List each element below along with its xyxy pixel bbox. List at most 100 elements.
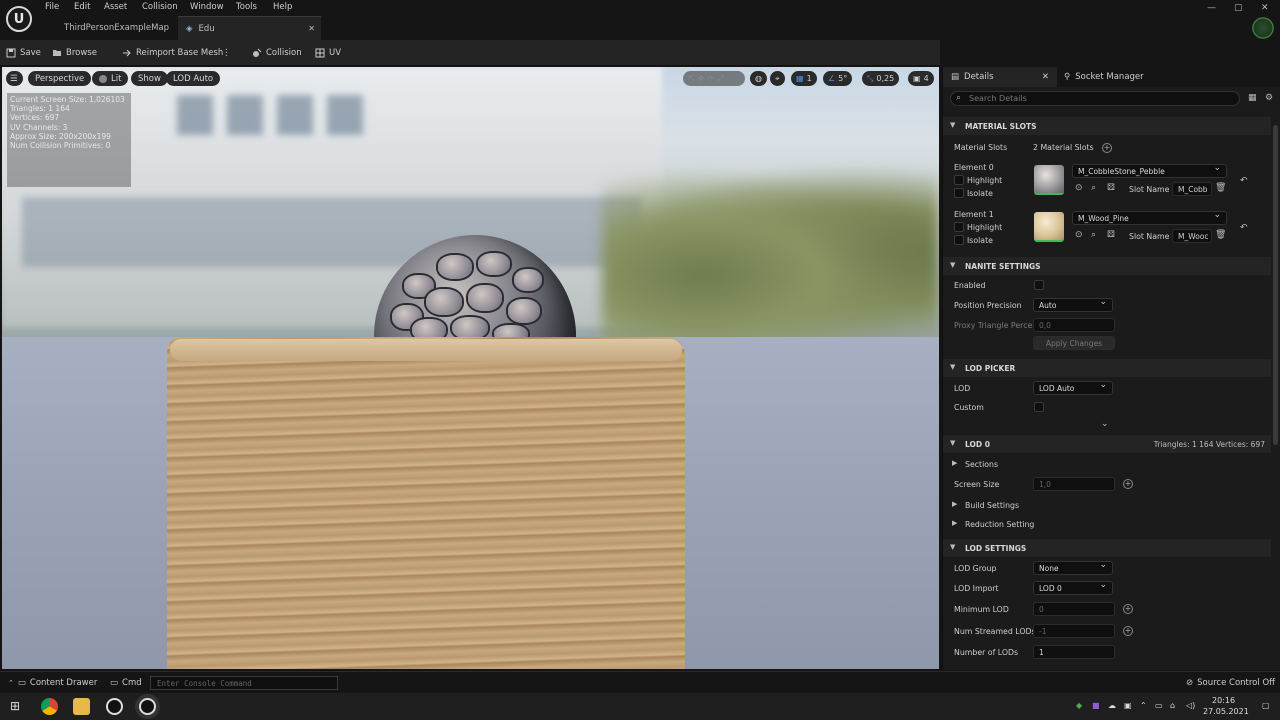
proxy-triangle-input[interactable]: 0,0 (1033, 318, 1115, 332)
browse-button[interactable]: Browse (52, 45, 97, 61)
lit-button[interactable]: Lit (92, 71, 129, 86)
scale-snap-button[interactable]: ⤡ 0,25 (862, 71, 900, 86)
material-options-icon[interactable]: ⚄ (1107, 230, 1115, 240)
more-options-icon[interactable]: ⋮ (222, 45, 231, 61)
details-scrollbar[interactable] (1273, 125, 1278, 445)
num-streamed-lods-input[interactable]: -1 (1033, 624, 1115, 638)
screen-size-input[interactable]: 1,0 (1033, 477, 1115, 491)
unreal-launcher-icon[interactable] (106, 698, 123, 715)
material-select-0[interactable]: M_CobbleStone_Pebble (1072, 163, 1227, 178)
menu-file[interactable]: File (45, 2, 59, 12)
show-button[interactable]: Show (131, 71, 168, 86)
add-platform-icon[interactable]: + (1123, 479, 1133, 489)
nanite-enabled-checkbox[interactable] (1034, 280, 1044, 290)
minimize-button[interactable]: — (1207, 3, 1216, 13)
minimum-lod-input[interactable]: 0 (1033, 602, 1115, 616)
custom-lod-checkbox[interactable] (1034, 402, 1044, 412)
lod-select[interactable]: LOD Auto (1033, 380, 1113, 395)
world-space-button[interactable]: ◍ (750, 71, 767, 86)
material-thumbnail-cobblestone[interactable] (1034, 165, 1064, 195)
browse-to-icon[interactable]: ⊙ (1075, 230, 1083, 240)
content-drawer-button[interactable]: ⌃ ▭ Content Drawer (8, 675, 97, 691)
maximize-button[interactable]: ▢ (1234, 3, 1243, 13)
close-window-button[interactable]: ✕ (1261, 3, 1269, 13)
viewport[interactable]: ☰ Perspective Lit Show LOD Auto Current … (2, 67, 939, 669)
section-lod-picker[interactable]: ▼ LOD PICKER (943, 359, 1271, 377)
battery-icon[interactable]: ▭ (1155, 701, 1163, 710)
tray-expand-icon[interactable]: ⌃ (1140, 701, 1147, 710)
perspective-button[interactable]: Perspective (28, 71, 92, 86)
trash-icon[interactable]: 🗑 (1215, 230, 1226, 240)
unreal-logo[interactable]: U (6, 6, 32, 32)
notifications-icon[interactable]: ▢ (1262, 701, 1270, 710)
surface-snap-button[interactable]: ⌖ (770, 71, 785, 86)
rotation-snap-button[interactable]: ∠ 5° (823, 71, 853, 86)
material-options-icon[interactable]: ⚄ (1107, 183, 1115, 193)
tab-socket-manager[interactable]: ⚲ Socket Manager (1059, 67, 1144, 87)
material-select-1[interactable]: M_Wood_Pine (1072, 210, 1227, 225)
menu-asset[interactable]: Asset (104, 2, 127, 12)
section-lod-0[interactable]: ▼ LOD 0 Triangles: 1 164 Vertices: 697 (943, 435, 1271, 453)
source-status-icon[interactable] (1252, 17, 1274, 39)
save-button[interactable]: Save (6, 45, 41, 61)
camera-speed-button[interactable]: ▣ 4 (908, 71, 934, 86)
reimport-button[interactable]: Reimport Base Mesh (122, 45, 223, 61)
tray-app-icon[interactable]: ◆ (1076, 701, 1082, 710)
volume-icon[interactable]: ◁) (1186, 701, 1195, 710)
expand-chevron-icon[interactable]: ⌄ (1101, 419, 1109, 429)
table-view-icon[interactable]: ▦ (1248, 93, 1257, 103)
menu-tools[interactable]: Tools (236, 2, 257, 12)
add-platform-icon[interactable]: + (1123, 626, 1133, 636)
menu-help[interactable]: Help (273, 2, 292, 12)
menu-edit[interactable]: Edit (74, 2, 90, 12)
chevron-right-icon[interactable]: ▶ (952, 519, 957, 527)
tab-edu[interactable]: ◈ Edu ✕ (178, 16, 321, 40)
highlight-checkbox[interactable] (954, 175, 964, 185)
browse-to-icon[interactable]: ⊙ (1075, 183, 1083, 193)
transform-tools[interactable]: ⇱ ✥ ⟳ ⤢ (683, 71, 745, 86)
isolate-checkbox[interactable] (954, 235, 964, 245)
tray-icon[interactable]: ▣ (1124, 701, 1132, 710)
chevron-right-icon[interactable]: ▶ (952, 500, 957, 508)
cmd-button[interactable]: ▭ Cmd (110, 675, 142, 691)
number-of-lods-input[interactable]: 1 (1033, 645, 1115, 659)
isolate-checkbox[interactable] (954, 188, 964, 198)
tab-thirdpersonexamplemap[interactable]: ThirdPersonExampleMap (38, 16, 178, 40)
collision-button[interactable]: Collision (252, 45, 302, 61)
trash-icon[interactable]: 🗑 (1215, 183, 1226, 193)
lod-import-select[interactable]: LOD 0 (1033, 580, 1113, 595)
section-nanite-settings[interactable]: ▼ NANITE SETTINGS (943, 257, 1271, 275)
explorer-icon[interactable] (73, 698, 90, 715)
close-icon[interactable]: ✕ (1042, 72, 1049, 82)
section-lod-settings[interactable]: ▼ LOD SETTINGS (943, 539, 1271, 557)
wooden-box[interactable] (167, 337, 685, 669)
chevron-right-icon[interactable]: ▶ (952, 459, 957, 467)
source-control-button[interactable]: ⊘ Source Control Off (1186, 675, 1275, 691)
position-precision-select[interactable]: Auto (1033, 297, 1113, 312)
windows-start-icon[interactable]: ⊞ (10, 699, 20, 713)
material-thumbnail-wood[interactable] (1034, 212, 1064, 242)
add-slot-icon[interactable]: + (1102, 143, 1112, 153)
highlight-checkbox[interactable] (954, 222, 964, 232)
reset-icon[interactable]: ↶ (1240, 223, 1248, 233)
lod-group-select[interactable]: None (1033, 560, 1113, 575)
network-icon[interactable]: ⌂ (1170, 701, 1175, 710)
search-icon[interactable]: ⌕ (1091, 230, 1096, 240)
lod-auto-button[interactable]: LOD Auto (166, 71, 221, 86)
clock-time[interactable]: 20:16 (1212, 696, 1235, 705)
clock-date[interactable]: 27.05.2021 (1203, 707, 1249, 716)
unreal-editor-icon[interactable] (139, 698, 156, 715)
reset-icon[interactable]: ↶ (1240, 176, 1248, 186)
menu-collision[interactable]: Collision (142, 2, 178, 12)
apply-changes-button[interactable]: Apply Changes (1033, 336, 1115, 350)
tray-icon[interactable]: ☁ (1108, 701, 1116, 710)
menu-window[interactable]: Window (190, 2, 224, 12)
viewport-menu-button[interactable]: ☰ (6, 71, 23, 86)
slot-name-input-1[interactable]: M_Wooc (1172, 229, 1212, 243)
slot-name-input-0[interactable]: M_Cobb (1172, 182, 1212, 196)
tab-details[interactable]: ▤ Details ✕ (943, 67, 1057, 87)
uv-button[interactable]: UV (315, 45, 341, 61)
close-icon[interactable]: ✕ (308, 24, 315, 33)
search-icon[interactable]: ⌕ (1091, 183, 1096, 193)
chrome-icon[interactable] (41, 698, 58, 715)
